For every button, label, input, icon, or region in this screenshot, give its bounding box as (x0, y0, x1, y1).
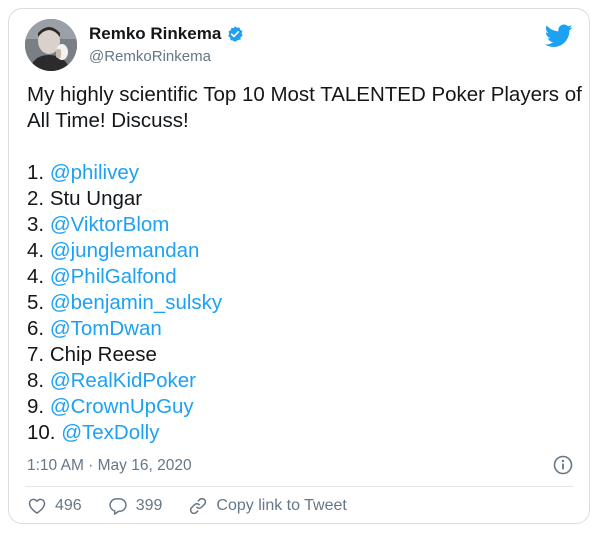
ranking-item: 4. @junglemandan (27, 238, 577, 264)
ranking-number: 4. (27, 265, 45, 288)
info-icon[interactable] (553, 455, 573, 475)
ranking-number: 3. (27, 213, 45, 236)
tweet-intro-line: My highly scientific Top 10 Most TALENTE… (27, 83, 582, 106)
tweet-intro-line: All Time! Discuss! (27, 109, 189, 132)
tweet-timestamp[interactable]: 1:10 AM · May 16, 2020 (27, 457, 192, 475)
mention-link[interactable]: @TexDolly (61, 421, 159, 444)
ranking-number: 4. (27, 239, 45, 262)
copy-link-label: Copy link to Tweet (216, 497, 347, 514)
tweet-actions: 496 399 Copy link to Tweet (27, 496, 373, 516)
player-name: Chip Reese (49, 343, 157, 366)
ranking-item: 6. @TomDwan (27, 316, 577, 342)
reply-count: 399 (135, 497, 163, 514)
mention-link[interactable]: @junglemandan (50, 239, 200, 262)
mention-link[interactable]: @benjamin_sulsky (50, 291, 222, 314)
ranking-item: 1. @philivey (27, 160, 577, 186)
ranking-item: 8. @RealKidPoker (27, 368, 577, 394)
ranking-item: 3. @ViktorBlom (27, 212, 577, 238)
ranking-item: 7. Chip Reese (27, 342, 577, 368)
twitter-bird-icon[interactable] (545, 24, 573, 48)
mention-link[interactable]: @TomDwan (50, 317, 162, 340)
ranking-number: 7. (27, 343, 45, 366)
ranking-number: 9. (27, 395, 45, 418)
ranking-number: 6. (27, 317, 45, 340)
mention-link[interactable]: @PhilGalfond (50, 265, 177, 288)
ranking-list: 1. @philivey 2. Stu Ungar 3. @ViktorBlom 4.… (27, 160, 577, 446)
heart-icon (28, 498, 46, 514)
reply-bubble-icon (109, 498, 127, 515)
author-name-row: Remko Rinkema (89, 24, 244, 44)
mention-link[interactable]: @RealKidPoker (50, 369, 196, 392)
author-display-name[interactable]: Remko Rinkema (89, 24, 221, 44)
like-count: 496 (55, 497, 82, 514)
copy-link-button[interactable]: Copy link to Tweet (188, 496, 347, 516)
divider (25, 486, 573, 487)
author-handle[interactable]: @RemkoRinkema (89, 48, 211, 65)
tweet-text: My highly scientific Top 10 Most TALENTE… (27, 82, 582, 446)
avatar-photo (25, 19, 77, 71)
ranking-number: 5. (27, 291, 45, 314)
verified-badge-icon (228, 26, 244, 42)
mention-link[interactable]: @ViktorBlom (50, 213, 170, 236)
link-icon (190, 497, 207, 515)
ranking-number: 8. (27, 369, 45, 392)
ranking-number: 1. (27, 161, 45, 184)
ranking-item: 5. @benjamin_sulsky (27, 290, 577, 316)
ranking-item: 10. @TexDolly (27, 420, 577, 446)
ranking-number: 2. (27, 187, 45, 210)
avatar[interactable] (25, 19, 77, 71)
mention-link[interactable]: @philivey (50, 161, 139, 184)
ranking-item: 9. @CrownUpGuy (27, 394, 577, 420)
player-name: Stu Ungar (49, 187, 143, 210)
reply-button[interactable]: 399 (108, 496, 163, 516)
ranking-number: 10. (27, 421, 56, 444)
mention-link[interactable]: @CrownUpGuy (50, 395, 194, 418)
like-button[interactable]: 496 (27, 496, 82, 516)
ranking-item: 4. @PhilGalfond (27, 264, 577, 290)
tweet-card: Remko Rinkema @RemkoRinkema My highly sc… (8, 8, 590, 524)
ranking-item: 2. Stu Ungar (27, 186, 577, 212)
